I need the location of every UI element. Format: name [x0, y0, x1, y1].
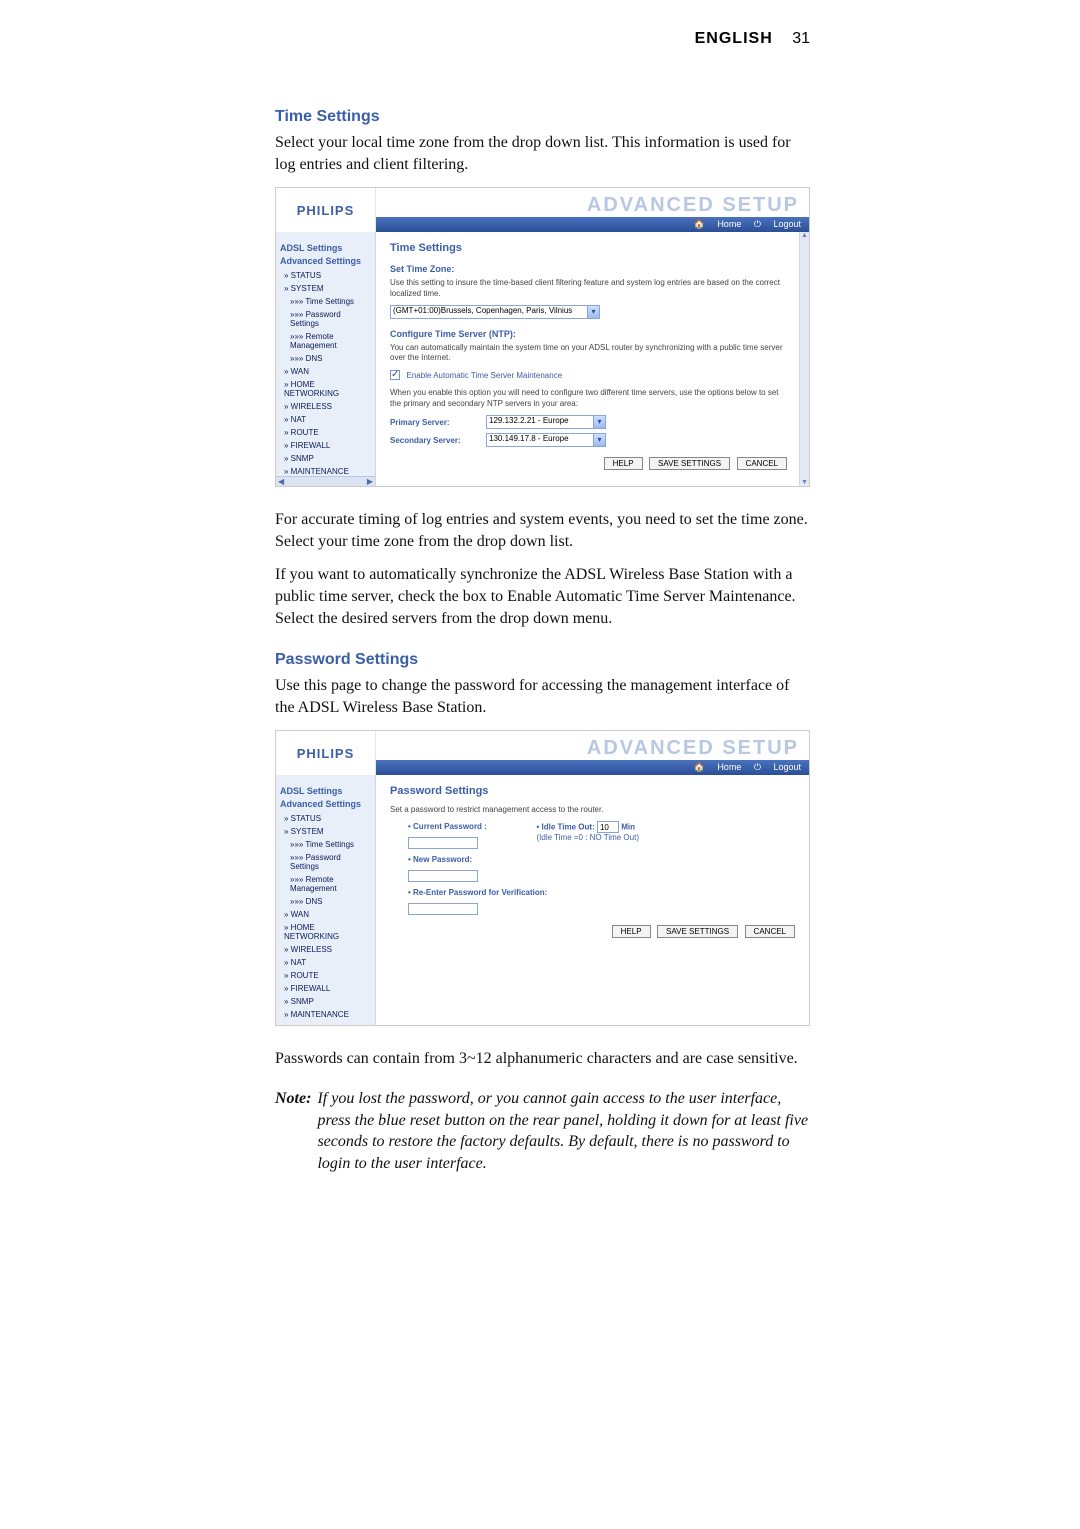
help-button[interactable]: HELP	[612, 925, 651, 938]
nav-cat-advanced[interactable]: Advanced Settings	[280, 799, 371, 809]
nav-route[interactable]: » ROUTE	[280, 969, 371, 982]
nav-wireless[interactable]: » WIRELESS	[280, 400, 371, 413]
note-block: Note: If you lost the password, or you c…	[275, 1088, 810, 1174]
primary-server-label: Primary Server:	[390, 418, 480, 427]
nav-home-networking[interactable]: » HOME NETWORKING	[280, 921, 371, 943]
nav-dns[interactable]: »»» DNS	[280, 352, 371, 365]
reenter-password-input[interactable]	[408, 903, 478, 915]
nav-system[interactable]: » SYSTEM	[280, 825, 371, 838]
current-password-input[interactable]	[408, 837, 478, 849]
cancel-button[interactable]: CANCEL	[745, 925, 795, 938]
top-bar: 🏠 Home ⏻ Logout	[376, 760, 809, 775]
philips-logo: PHILIPS	[276, 188, 376, 232]
panel-heading-time: Time Settings	[390, 242, 787, 254]
nav-password-settings[interactable]: »»» Password Settings	[280, 851, 371, 873]
enable-ntp-row: Enable Automatic Time Server Maintenance	[390, 370, 787, 381]
enable-ntp-checkbox[interactable]	[390, 370, 400, 380]
nav-snmp[interactable]: » SNMP	[280, 452, 371, 465]
nav-remote-mgmt[interactable]: »»» Remote Management	[280, 330, 371, 352]
nav-snmp[interactable]: » SNMP	[280, 995, 371, 1008]
idle-timeout-block: • Idle Time Out: Min (Idle Time =0 : NO …	[537, 821, 639, 842]
ntp-config-desc: You can automatically maintain the syste…	[390, 343, 787, 364]
panel-heading-password: Password Settings	[390, 785, 795, 797]
vertical-scrollbar[interactable]	[799, 232, 809, 486]
top-bar: 🏠 Home ⏻ Logout	[376, 217, 809, 232]
section-heading-password: Password Settings	[275, 651, 810, 669]
nav-nat[interactable]: » NAT	[280, 956, 371, 969]
nav-route[interactable]: » ROUTE	[280, 426, 371, 439]
current-password-label: Current Password :	[408, 822, 487, 831]
home-link[interactable]: 🏠 Home	[694, 219, 742, 229]
nav-cat-adsl[interactable]: ADSL Settings	[280, 786, 371, 796]
time-intro-text: Select your local time zone from the dro…	[275, 132, 810, 175]
enable-ntp-label: Enable Automatic Time Server Maintenance	[407, 371, 563, 380]
reenter-password-label: Re-Enter Password for Verification:	[408, 888, 547, 897]
philips-logo: PHILIPS	[276, 731, 376, 775]
scroll-left-icon[interactable]: ◀	[278, 477, 284, 486]
note-label: Note:	[275, 1088, 311, 1174]
nav-wan[interactable]: » WAN	[280, 365, 371, 378]
note-body: If you lost the password, or you cannot …	[317, 1088, 810, 1174]
chevron-down-icon[interactable]: ▾	[587, 306, 599, 318]
chevron-down-icon[interactable]: ▾	[593, 434, 605, 446]
password-para-2: Passwords can contain from 3~12 alphanum…	[275, 1048, 810, 1070]
page-header: ENGLISH 31	[275, 30, 810, 48]
nav-time-settings[interactable]: »»» Time Settings	[280, 838, 371, 851]
nav-status[interactable]: » STATUS	[280, 812, 371, 825]
ntp-servers-desc: When you enable this option you will nee…	[390, 388, 787, 409]
idle-hint: (Idle Time =0 : NO Time Out)	[537, 833, 639, 842]
set-timezone-label: Set Time Zone:	[390, 264, 787, 274]
nav-cat-adsl[interactable]: ADSL Settings	[280, 243, 371, 253]
nav-remote-mgmt[interactable]: »»» Remote Management	[280, 873, 371, 895]
cancel-button[interactable]: CANCEL	[737, 457, 787, 470]
nav-horizontal-scrollbar[interactable]: ◀ ▶	[276, 476, 375, 486]
time-para-2: For accurate timing of log entries and s…	[275, 509, 810, 552]
nav-maintenance[interactable]: » MAINTENANCE	[280, 1008, 371, 1021]
logout-link[interactable]: ⏻ Logout	[754, 762, 801, 772]
advanced-setup-banner: ADVANCED SETUP	[376, 731, 809, 760]
logout-link[interactable]: ⏻ Logout	[754, 219, 801, 229]
password-desc: Set a password to restrict management ac…	[390, 805, 795, 815]
sidebar-nav: ADSL Settings Advanced Settings » STATUS…	[276, 775, 376, 1025]
ntp-config-label: Configure Time Server (NTP):	[390, 329, 787, 339]
nav-home-networking[interactable]: » HOME NETWORKING	[280, 378, 371, 400]
nav-time-settings[interactable]: »»» Time Settings	[280, 295, 371, 308]
home-link[interactable]: 🏠 Home	[694, 762, 742, 772]
nav-dns[interactable]: »»» DNS	[280, 895, 371, 908]
save-settings-button[interactable]: SAVE SETTINGS	[657, 925, 738, 938]
new-password-label: New Password:	[408, 855, 472, 864]
chevron-down-icon[interactable]: ▾	[593, 416, 605, 428]
scroll-right-icon[interactable]: ▶	[367, 477, 373, 486]
advanced-setup-banner: ADVANCED SETUP	[376, 188, 809, 217]
nav-password-settings[interactable]: »»» Password Settings	[280, 308, 371, 330]
sidebar-nav: ADSL Settings Advanced Settings » STATUS…	[276, 232, 376, 486]
nav-wireless[interactable]: » WIRELESS	[280, 943, 371, 956]
help-button[interactable]: HELP	[604, 457, 643, 470]
page-number: 31	[792, 30, 810, 47]
idle-timeout-input[interactable]	[597, 821, 619, 833]
primary-server-select[interactable]: 129.132.2.21 - Europe▾	[486, 415, 606, 429]
new-password-input[interactable]	[408, 870, 478, 882]
nav-nat[interactable]: » NAT	[280, 413, 371, 426]
secondary-server-select[interactable]: 130.149.17.8 - Europe▾	[486, 433, 606, 447]
nav-system[interactable]: » SYSTEM	[280, 282, 371, 295]
section-heading-time: Time Settings	[275, 108, 810, 126]
secondary-server-label: Secondary Server:	[390, 436, 480, 445]
nav-firewall[interactable]: » FIREWALL	[280, 439, 371, 452]
password-intro-text: Use this page to change the password for…	[275, 675, 810, 718]
nav-status[interactable]: » STATUS	[280, 269, 371, 282]
language-label: ENGLISH	[695, 30, 773, 47]
nav-cat-advanced[interactable]: Advanced Settings	[280, 256, 371, 266]
nav-wan[interactable]: » WAN	[280, 908, 371, 921]
nav-firewall[interactable]: » FIREWALL	[280, 982, 371, 995]
set-timezone-desc: Use this setting to insure the time-base…	[390, 278, 787, 299]
screenshot-time-settings: PHILIPS ADVANCED SETUP 🏠 Home ⏻ Logout A…	[275, 187, 810, 487]
screenshot-password-settings: PHILIPS ADVANCED SETUP 🏠 Home ⏻ Logout A…	[275, 730, 810, 1026]
timezone-select[interactable]: (GMT+01:00)Brussels, Copenhagen, Paris, …	[390, 305, 600, 319]
time-para-3: If you want to automatically synchronize…	[275, 564, 810, 629]
save-settings-button[interactable]: SAVE SETTINGS	[649, 457, 730, 470]
